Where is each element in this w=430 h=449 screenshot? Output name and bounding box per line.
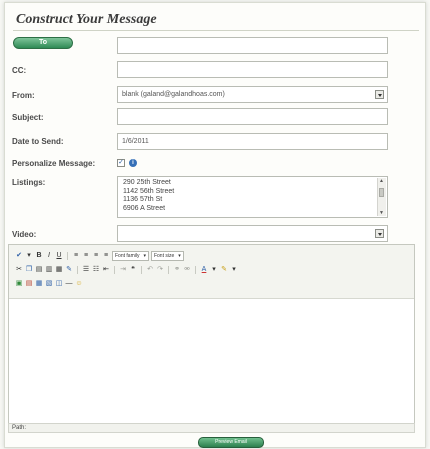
media-icon[interactable]: ▤ [25, 280, 33, 288]
chevron-down-icon: ▾ [178, 253, 181, 259]
table-icon[interactable]: ▦ [35, 280, 43, 288]
chevron-down-icon[interactable] [375, 229, 384, 238]
redo-icon[interactable]: ↷ [156, 266, 164, 274]
italic-icon[interactable]: I [45, 252, 53, 260]
personalize-label: Personalize Message: [12, 159, 96, 168]
dropdown-arrow-icon[interactable]: ▾ [25, 252, 33, 260]
toolbar-separator [77, 266, 78, 274]
personalize-checkbox[interactable]: ✓ [117, 159, 125, 167]
font-family-label: Font family [115, 253, 140, 259]
video-label: Video: [12, 230, 37, 239]
font-size-select[interactable]: Font size ▾ [150, 251, 184, 261]
font-size-label: Font size [153, 253, 175, 259]
chevron-down-icon[interactable] [375, 90, 384, 99]
toolbar-separator [195, 266, 196, 274]
clean-format-icon[interactable]: ✎ [65, 266, 73, 274]
to-input[interactable] [117, 37, 388, 54]
font-family-select[interactable]: Font family ▾ [112, 251, 149, 261]
image-icon[interactable]: ▣ [15, 280, 23, 288]
scroll-down-icon[interactable]: ▼ [379, 210, 384, 216]
cc-label: CC: [12, 66, 27, 75]
subject-input[interactable] [117, 108, 388, 125]
align-right-icon[interactable]: ≡ [92, 252, 100, 260]
editor-content-area[interactable] [9, 299, 414, 424]
listings-label: Listings: [12, 178, 46, 187]
unlink-icon[interactable]: ⚮ [183, 266, 191, 274]
link-icon[interactable]: ⚭ [173, 266, 181, 274]
text-color-icon[interactable]: A [200, 266, 208, 274]
align-justify-icon[interactable]: ≡ [102, 252, 110, 260]
fullscreen-icon[interactable]: ◫ [55, 280, 63, 288]
scroll-thumb[interactable] [379, 188, 384, 197]
path-label: Path: [12, 425, 27, 431]
to-button[interactable]: To [13, 37, 73, 49]
listings-scrollbar[interactable]: ▲ ▼ [377, 178, 386, 216]
toolbar-separator [114, 266, 115, 274]
dropdown-arrow-icon[interactable]: ▾ [230, 266, 238, 274]
scroll-up-icon[interactable]: ▲ [379, 178, 384, 184]
listings-listbox[interactable]: 290 25th Street 1142 56th Street 1136 57… [117, 176, 388, 218]
undo-icon[interactable]: ↶ [146, 266, 154, 274]
list-item[interactable]: 1142 56th Street [118, 188, 387, 197]
info-icon[interactable]: i [129, 159, 137, 167]
copy-icon[interactable]: ❐ [25, 266, 33, 274]
form-title: Construct Your Message [16, 12, 157, 27]
horizontal-rule-icon[interactable]: — [65, 280, 73, 288]
toolbar-separator [168, 266, 169, 274]
outdent-icon[interactable]: ⇤ [102, 266, 110, 274]
align-left-icon[interactable]: ≡ [72, 252, 80, 260]
chevron-down-icon: ▾ [143, 253, 146, 259]
message-editor: ✔ ▾ B I U ≡ ≡ ≡ ≡ Font family ▾ Font size… [8, 244, 415, 425]
align-center-icon[interactable]: ≡ [82, 252, 90, 260]
toolbar-row-2: ✂ ❐ ▤ ▥ ▦ ✎ ☰ ☷ ⇤ ⇥ ❝ ↶ ↷ ⚭ ⚮ A ▾ ✎ ▾ [15, 265, 238, 275]
from-label: From: [12, 91, 35, 100]
title-divider [13, 30, 419, 31]
list-item[interactable]: 6906 A Street [118, 205, 387, 214]
date-label: Date to Send: [12, 137, 64, 146]
toolbar-separator [67, 252, 68, 260]
toolbar-row-1: ✔ ▾ B I U ≡ ≡ ≡ ≡ Font family ▾ Font size… [15, 251, 184, 261]
from-select[interactable]: blank (galand@galandhoas.com) [117, 86, 388, 103]
list-item[interactable]: 290 25th Street [118, 179, 387, 188]
emoticon-icon[interactable]: ☺ [75, 280, 83, 288]
editor-path-bar: Path: [8, 423, 415, 433]
paste-text-icon[interactable]: ▥ [45, 266, 53, 274]
numbered-list-icon[interactable]: ☷ [92, 266, 100, 274]
cc-input[interactable] [117, 61, 388, 78]
highlight-color-icon[interactable]: ✎ [220, 266, 228, 274]
paste-word-icon[interactable]: ▦ [55, 266, 63, 274]
date-input[interactable]: 1/6/2011 [117, 133, 388, 150]
video-select[interactable] [117, 225, 388, 242]
underline-icon[interactable]: U [55, 252, 63, 260]
date-value: 1/6/2011 [122, 138, 149, 145]
html-source-icon[interactable]: ▧ [45, 280, 53, 288]
toolbar-separator [141, 266, 142, 274]
list-item[interactable]: 1136 57th St [118, 196, 387, 205]
paste-icon[interactable]: ▤ [35, 266, 43, 274]
indent-icon[interactable]: ⇥ [119, 266, 127, 274]
dropdown-arrow-icon[interactable]: ▾ [210, 266, 218, 274]
bullet-list-icon[interactable]: ☰ [82, 266, 90, 274]
bold-icon[interactable]: B [35, 252, 43, 260]
toolbar-row-3: ▣ ▤ ▦ ▧ ◫ — ☺ [15, 279, 83, 289]
spellcheck-icon[interactable]: ✔ [15, 252, 23, 260]
cut-icon[interactable]: ✂ [15, 266, 23, 274]
blockquote-icon[interactable]: ❝ [129, 266, 137, 274]
subject-label: Subject: [12, 113, 44, 122]
from-selected-value: blank (galand@galandhoas.com) [122, 91, 225, 98]
editor-toolbar: ✔ ▾ B I U ≡ ≡ ≡ ≡ Font family ▾ Font size… [9, 245, 414, 299]
preview-email-button[interactable]: Preview Email [198, 437, 264, 448]
